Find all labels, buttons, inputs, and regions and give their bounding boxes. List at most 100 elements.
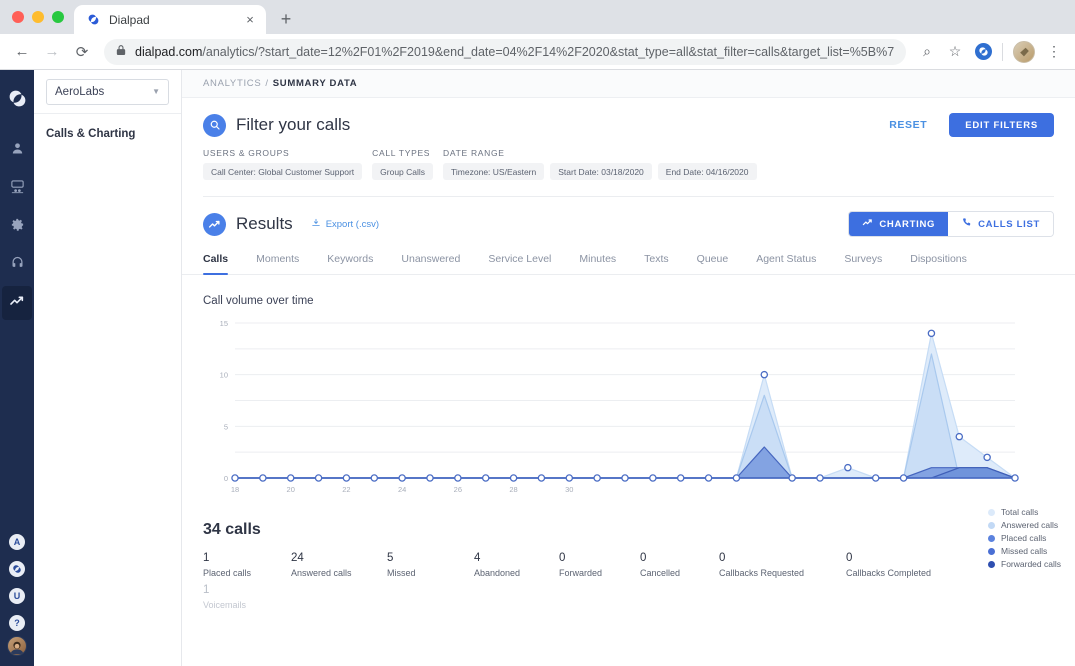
rail-item-contacts[interactable] [2,134,32,168]
close-icon[interactable]: × [242,12,258,28]
tab-calls[interactable]: Calls [203,253,229,275]
filter-group-label: CALL TYPES [372,148,431,158]
tab-dispositions[interactable]: Dispositions [910,253,967,274]
chart-data-point[interactable] [454,474,462,482]
bookmark-star-icon[interactable]: ☆ [942,39,968,65]
legend-label: Placed calls [1001,533,1047,543]
chart-data-point[interactable] [342,474,351,482]
search-icon[interactable]: ⌕ [914,39,940,65]
legend-item[interactable]: Missed calls [988,546,1061,556]
address-bar[interactable]: dialpad.com/analytics/?start_date=12%2F0… [104,38,906,65]
rail-item-analytics[interactable] [2,286,32,320]
rail-item-admin[interactable]: A [2,528,32,555]
calls-list-toggle-button[interactable]: CALLS LIST [948,212,1053,236]
stat-abandoned: 4 Abandoned [474,552,559,610]
chart-data-point[interactable] [871,474,880,482]
chart-legend: Total calls Answered calls Placed calls … [988,507,1061,569]
tab-surveys[interactable]: Surveys [844,253,882,274]
org-selector[interactable]: AeroLabs ▼ [46,78,169,105]
back-icon[interactable]: ← [8,38,36,66]
stat-value: 0 [640,552,647,564]
legend-item[interactable]: Placed calls [988,533,1061,543]
trend-up-icon [862,217,873,231]
browser-tab[interactable]: Dialpad × [74,5,266,34]
filter-chip-start-date[interactable]: Start Date: 03/18/2020 [550,163,652,180]
reload-icon[interactable]: ⟳ [68,38,96,66]
stat-value: 0 [846,552,853,564]
chart-data-point[interactable] [314,474,323,482]
chart-data-point[interactable] [259,474,267,482]
browser-menu-icon[interactable]: ⋮ [1041,39,1067,65]
chart-data-point[interactable] [398,474,406,482]
rail-item-groups[interactable] [2,172,32,206]
minimize-window-button[interactable] [32,11,44,23]
legend-swatch [988,547,995,555]
tab-service-level[interactable]: Service Level [488,253,551,274]
chart-data-point[interactable] [565,474,574,482]
new-tab-button[interactable]: + [272,5,300,33]
chart-data-point[interactable] [426,474,434,482]
tab-queue[interactable]: Queue [697,253,729,274]
filter-chip-end-date[interactable]: End Date: 04/16/2020 [657,163,757,180]
legend-item[interactable]: Total calls [988,507,1061,517]
reset-filters-button[interactable]: RESET [889,119,927,131]
results-header: Results Export (.csv) CHARTING CALLS LIS… [203,197,1054,237]
chart-data-point[interactable] [231,474,239,482]
chart-data-point[interactable] [481,474,490,482]
chart-data-point[interactable] [788,474,796,482]
legend-item[interactable]: Forwarded calls [988,559,1061,569]
chart-data-point[interactable] [844,463,852,472]
chart-data-point[interactable] [509,474,518,482]
export-csv-button[interactable]: Export (.csv) [311,218,379,231]
sidebar-item-calls-and-charting[interactable]: Calls & Charting [34,114,181,140]
chart-data-point[interactable] [983,453,991,462]
stat-forwarded: 0 Forwarded [559,552,640,610]
filter-chip-timezone[interactable]: Timezone: US/Eastern [443,163,545,180]
tab-agent-status[interactable]: Agent Status [756,253,816,274]
chart-data-point[interactable] [1011,474,1019,482]
chart-data-point[interactable] [955,432,964,441]
dialpad-extension-icon[interactable] [970,39,996,65]
filter-chip[interactable]: Group Calls [372,163,434,180]
user-avatar[interactable] [7,636,27,656]
tab-minutes[interactable]: Minutes [579,253,616,274]
filter-chip[interactable]: Call Center: Global Customer Support [203,163,363,180]
chart-data-point[interactable] [286,474,295,482]
chart-data-point[interactable] [899,474,908,482]
rail-item-support[interactable] [2,248,32,282]
chart-data-point[interactable] [760,370,769,379]
forward-icon[interactable]: → [38,38,66,66]
close-window-button[interactable] [12,11,24,23]
edit-filters-button[interactable]: EDIT FILTERS [949,113,1054,137]
tab-moments[interactable]: Moments [256,253,299,274]
breadcrumb-parent[interactable]: ANALYTICS [203,78,261,89]
chart-data-point[interactable] [732,474,741,482]
chart-data-point[interactable] [676,474,685,482]
maximize-window-button[interactable] [52,11,64,23]
legend-item[interactable]: Answered calls [988,520,1061,530]
tab-keywords[interactable]: Keywords [327,253,373,274]
phone-icon [961,217,972,231]
chart-data-point[interactable] [927,329,936,338]
rail-item-messages[interactable] [2,555,32,582]
stat-label: Cancelled [640,568,681,578]
chart-data-point[interactable] [649,474,657,482]
rail-item-help[interactable]: ? [2,609,32,636]
filter-group-users-and-groups: USERS & GROUPS Call Center: Global Custo… [203,148,363,180]
rail-item-dialpad-logo[interactable] [2,84,32,118]
stat-label: Forwarded [559,568,603,578]
tab-texts[interactable]: Texts [644,253,669,274]
tab-unanswered[interactable]: Unanswered [401,253,460,274]
rail-item-settings[interactable] [2,210,32,244]
charting-toggle-button[interactable]: CHARTING [849,212,949,236]
chart-data-point[interactable] [537,474,546,482]
chart-data-point[interactable] [593,474,601,482]
chart-data-point[interactable] [816,474,824,482]
rail-item-updates[interactable]: U [2,582,32,609]
call-volume-chart[interactable]: 0 5 10 15 18 20 22 24 26 28 30 [203,315,1023,500]
dialpad-badge-icon [9,560,25,577]
chart-data-point[interactable] [704,474,713,482]
chart-data-point[interactable] [370,474,379,482]
profile-avatar[interactable] [1013,40,1035,63]
chart-data-point[interactable] [621,474,629,482]
